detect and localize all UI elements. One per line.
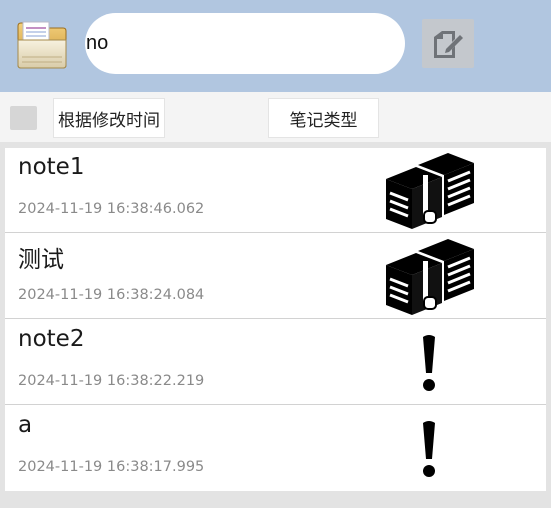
list-item[interactable]: a 2024-11-19 16:38:17.995 [5,406,546,491]
row-divider [5,232,546,233]
database-server-icon [384,234,474,319]
filter-bar: 根据修改时间 笔记类型 [0,92,551,142]
top-bar [0,0,551,92]
type-button-label: 笔记类型 [289,110,358,131]
list-item[interactable]: note1 2024-11-19 16:38:46.062 [5,148,546,233]
note-timestamp: 2024-11-19 16:38:17.995 [18,459,205,475]
edit-button[interactable] [422,19,474,68]
database-server-icon [384,148,474,233]
sort-by-modified-button[interactable]: 根据修改时间 [53,98,165,138]
exclamation-icon [384,406,474,491]
note-timestamp: 2024-11-19 16:38:22.219 [18,373,205,389]
select-all-checkbox[interactable] [10,106,37,130]
row-divider [5,318,546,319]
note-timestamp: 2024-11-19 16:38:46.062 [18,201,205,217]
note-title: 测试 [18,247,64,273]
exclamation-icon [384,320,474,405]
list-item[interactable]: note2 2024-11-19 16:38:22.219 [5,320,546,405]
row-divider [5,404,546,405]
edit-note-icon [434,30,463,58]
note-type-button[interactable]: 笔记类型 [268,98,379,138]
sort-button-label: 根据修改时间 [58,110,160,131]
notes-list: note1 2024-11-19 16:38:46.062 测试 2024-11… [5,148,546,491]
search-field[interactable] [85,13,405,74]
folder-icon[interactable] [16,20,68,70]
note-title: note2 [18,326,85,352]
search-input[interactable] [86,13,376,74]
note-timestamp: 2024-11-19 16:38:24.084 [18,287,205,303]
note-title: a [18,412,33,438]
note-title: note1 [18,154,85,180]
list-item[interactable]: 测试 2024-11-19 16:38:24.084 [5,234,546,319]
